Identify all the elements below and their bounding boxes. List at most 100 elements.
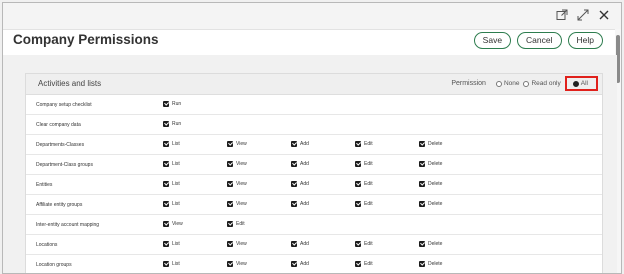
permission-checkbox-list[interactable]: List [163, 141, 180, 147]
checkbox-checked-icon [163, 201, 169, 207]
none-label: None [503, 80, 520, 87]
permissions-panel: Activities and lists Permission None Rea… [25, 73, 603, 273]
permission-checkbox-view[interactable]: View [163, 221, 183, 227]
permission-row: Location groups List View Add Edit Delete [26, 255, 602, 273]
checkbox-checked-icon [355, 261, 361, 267]
permission-checkbox-list[interactable]: List [163, 241, 180, 247]
checkbox-label: Add [300, 161, 309, 167]
checkbox-label: Edit [364, 241, 373, 247]
checkbox-label: Delete [428, 141, 443, 147]
permission-checkbox-view[interactable]: View [227, 141, 247, 147]
permission-checkbox-run[interactable]: Run [163, 101, 181, 107]
permission-checkbox-edit[interactable]: Edit [227, 221, 245, 227]
checkbox-label: Add [300, 241, 309, 247]
cancel-button[interactable]: Cancel [517, 32, 562, 49]
checkbox-checked-icon [419, 141, 425, 147]
checkbox-checked-icon [291, 161, 297, 167]
permission-checkbox-delete[interactable]: Delete [419, 201, 442, 207]
checkbox-label: View [236, 161, 247, 167]
checkbox-label: Run [172, 101, 182, 107]
permission-checkbox-edit[interactable]: Edit [355, 261, 373, 267]
permission-checkbox-add[interactable]: Add [291, 201, 309, 207]
row-label: Affiliate entity groups [36, 202, 83, 208]
checkbox-checked-icon [227, 141, 233, 147]
permission-checkbox-list[interactable]: List [163, 261, 180, 267]
permission-row: Clear company data Run [26, 115, 602, 135]
checkbox-checked-icon [291, 241, 297, 247]
content-area: Activities and lists Permission None Rea… [3, 55, 617, 273]
checkbox-label: Delete [428, 181, 443, 187]
checkbox-checked-icon [163, 141, 169, 147]
checkbox-checked-icon [355, 201, 361, 207]
permission-checkbox-delete[interactable]: Delete [419, 241, 442, 247]
permission-all-option[interactable]: All [564, 76, 598, 91]
checkbox-label: View [236, 181, 247, 187]
checkbox-checked-icon [227, 241, 233, 247]
permission-row: Departments-Classes List View Add Edit Delete [26, 135, 602, 155]
checkbox-label: View [236, 241, 247, 247]
checkbox-label: Edit [236, 221, 245, 227]
permission-checkbox-list[interactable]: List [163, 161, 180, 167]
row-label: Locations [36, 242, 58, 248]
permission-checkbox-edit[interactable]: Edit [355, 161, 373, 167]
checkbox-label: List [172, 161, 180, 167]
dialog-header: Company Permissions Save Cancel Help [3, 29, 621, 55]
permission-none-option[interactable]: None [495, 80, 520, 87]
checkbox-checked-icon [227, 161, 233, 167]
row-label: Location groups [36, 262, 72, 268]
checkbox-label: Delete [428, 161, 443, 167]
checkbox-checked-icon [227, 221, 233, 227]
permission-checkbox-delete[interactable]: Delete [419, 161, 442, 167]
permission-readonly-option[interactable]: Read only [523, 80, 561, 87]
row-label: Clear company data [36, 122, 81, 128]
close-icon[interactable] [597, 8, 611, 22]
permission-checkbox-edit[interactable]: Edit [355, 201, 373, 207]
all-label: All [580, 80, 588, 87]
permission-row: Inter-entity account mapping View Edit [26, 215, 602, 235]
save-button[interactable]: Save [473, 32, 512, 49]
permission-checkbox-view[interactable]: View [227, 181, 247, 187]
radio-selected-icon [572, 80, 579, 87]
permission-row: Affiliate entity groups List View Add Edit De… [26, 195, 602, 215]
checkbox-checked-icon [163, 181, 169, 187]
permission-checkbox-list[interactable]: List [163, 181, 180, 187]
help-button[interactable]: Help [567, 32, 603, 49]
permission-checkbox-view[interactable]: View [227, 241, 247, 247]
expand-icon[interactable] [576, 8, 590, 22]
checkbox-label: Add [300, 141, 309, 147]
checkbox-label: List [172, 261, 180, 267]
checkbox-label: Delete [428, 261, 443, 267]
permission-checkbox-list[interactable]: List [163, 201, 180, 207]
permission-checkbox-add[interactable]: Add [291, 261, 309, 267]
checkbox-label: Delete [428, 241, 443, 247]
checkbox-checked-icon [163, 261, 169, 267]
permission-checkbox-delete[interactable]: Delete [419, 181, 442, 187]
permission-checkbox-run[interactable]: Run [163, 121, 181, 127]
permission-checkbox-view[interactable]: View [227, 261, 247, 267]
checkbox-checked-icon [227, 201, 233, 207]
permission-checkbox-edit[interactable]: Edit [355, 181, 373, 187]
checkbox-label: View [236, 261, 247, 267]
permission-checkbox-delete[interactable]: Delete [419, 141, 442, 147]
permission-checkbox-add[interactable]: Add [291, 181, 309, 187]
permission-rows: Company setup checklist Run Clear company … [26, 95, 602, 273]
checkbox-checked-icon [419, 201, 425, 207]
checkbox-label: Run [172, 121, 182, 127]
open-in-new-icon[interactable] [555, 8, 569, 22]
checkbox-checked-icon [355, 181, 361, 187]
permission-checkbox-edit[interactable]: Edit [355, 141, 373, 147]
checkbox-checked-icon [163, 221, 169, 227]
checkbox-label: Edit [364, 201, 373, 207]
checkbox-checked-icon [163, 101, 169, 107]
permission-checkbox-view[interactable]: View [227, 201, 247, 207]
permission-checkbox-edit[interactable]: Edit [355, 241, 373, 247]
permission-row: Company setup checklist Run [26, 95, 602, 115]
permissions-dialog: Company Permissions Save Cancel Help Act… [2, 2, 622, 274]
checkbox-checked-icon [291, 201, 297, 207]
permission-checkbox-view[interactable]: View [227, 161, 247, 167]
checkbox-checked-icon [291, 261, 297, 267]
permission-checkbox-add[interactable]: Add [291, 161, 309, 167]
permission-checkbox-add[interactable]: Add [291, 141, 309, 147]
permission-checkbox-add[interactable]: Add [291, 241, 309, 247]
permission-checkbox-delete[interactable]: Delete [419, 261, 442, 267]
